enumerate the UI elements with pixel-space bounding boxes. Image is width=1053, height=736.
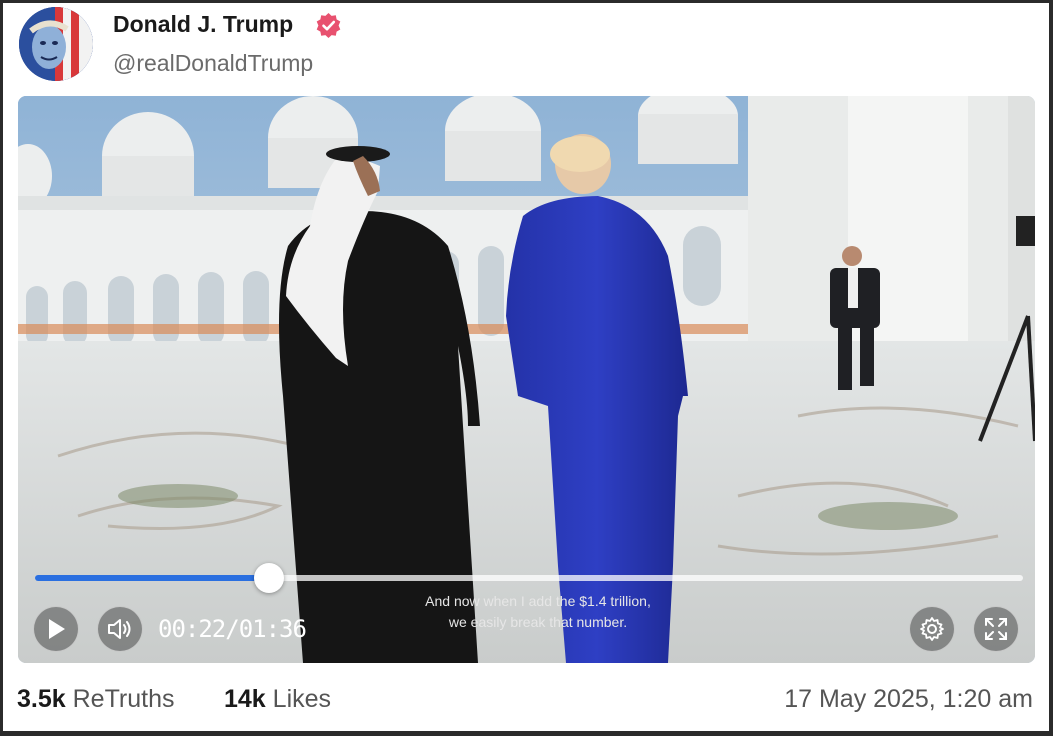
video-subtitles: And now when I add the $1.4 trillion, we…	[378, 591, 698, 633]
likes-count: 14k	[224, 685, 266, 713]
play-button[interactable]	[33, 606, 79, 652]
author-handle[interactable]: @realDonaldTrump	[113, 50, 313, 77]
post-footer: 3.5k ReTruths 14k Likes 17 May 2025, 1:2…	[3, 675, 1049, 725]
retruths-count: 3.5k	[17, 685, 66, 713]
retruths-stat[interactable]: 3.5k ReTruths	[17, 685, 175, 714]
subtitle-line-1: And now when I add the $1.4 trillion,	[425, 593, 651, 609]
subtitle-line-2: we easily break that number.	[448, 614, 628, 630]
settings-button[interactable]	[909, 606, 955, 652]
time-display: 00:22/01:36	[158, 615, 307, 643]
author-name[interactable]: Donald J. Trump	[113, 11, 293, 38]
progress-bar[interactable]	[35, 563, 1023, 593]
fullscreen-icon	[985, 618, 1007, 640]
fullscreen-button[interactable]	[973, 606, 1019, 652]
duration: 01:36	[238, 615, 307, 643]
post-timestamp[interactable]: 17 May 2025, 1:20 am	[784, 685, 1033, 714]
gear-icon	[920, 617, 944, 641]
volume-button[interactable]	[97, 606, 143, 652]
progress-handle[interactable]	[254, 563, 285, 593]
video-player[interactable]: 00:22/01:36 And now when I add the $1.4 …	[18, 96, 1035, 663]
play-icon	[49, 619, 65, 639]
likes-label: Likes	[272, 685, 332, 713]
time-separator: /	[225, 615, 239, 643]
verified-badge-icon	[315, 12, 342, 39]
likes-stat[interactable]: 14k Likes	[224, 685, 331, 714]
progress-fill	[35, 575, 270, 581]
volume-icon	[108, 619, 131, 639]
current-time: 00:22	[158, 615, 226, 643]
post-header: Donald J. Trump @realDonaldTrump	[3, 3, 1049, 95]
retruths-label: ReTruths	[72, 685, 175, 713]
avatar[interactable]	[19, 7, 93, 81]
post-card: Donald J. Trump @realDonaldTrump 00:22/0…	[3, 3, 1049, 731]
